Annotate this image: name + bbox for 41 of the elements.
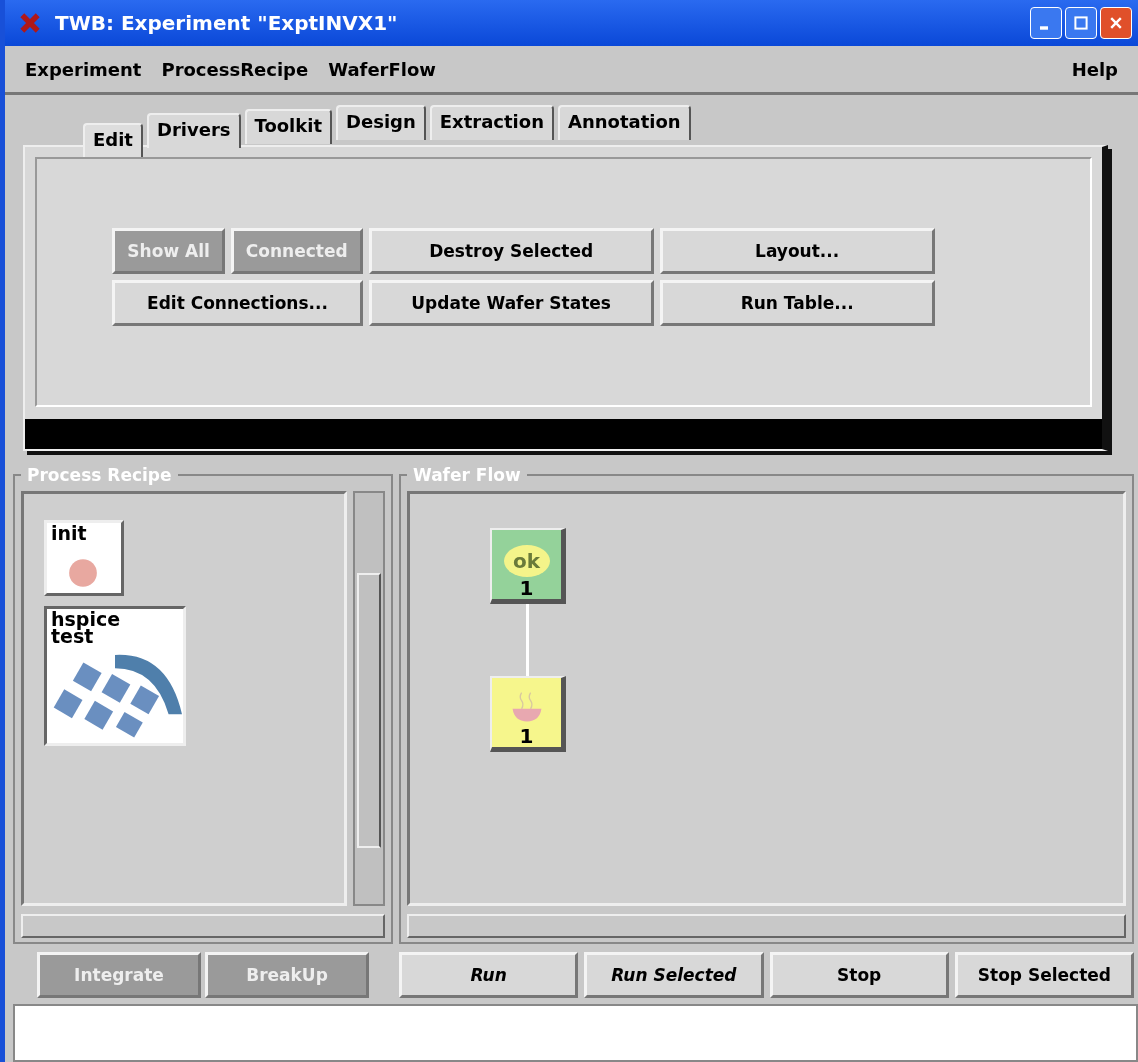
menu-item[interactable]: Experiment [25, 58, 142, 80]
vertical-scrollbar[interactable] [353, 491, 385, 906]
minimize-button[interactable] [1030, 7, 1062, 39]
x-logo-icon [19, 12, 41, 34]
recipe-node[interactable]: hspice test [44, 606, 186, 746]
flow-node[interactable]: ok 1 [490, 528, 566, 604]
dot-icon [67, 557, 99, 589]
tab[interactable]: Extraction [429, 105, 554, 140]
toolbar-button[interactable]: Destroy Selected [368, 228, 654, 274]
tab[interactable]: Design [336, 105, 426, 140]
menu-item[interactable]: Help [1071, 58, 1118, 80]
status-badge: ok [503, 545, 550, 577]
flow-node[interactable]: 1 [490, 676, 566, 752]
run-control-button[interactable]: Stop [769, 952, 949, 998]
maximize-button[interactable] [1065, 7, 1097, 39]
close-button[interactable] [1100, 7, 1132, 39]
connector-line [526, 604, 529, 676]
recipe-node[interactable]: init [44, 520, 124, 596]
minimize-icon [1040, 26, 1048, 30]
close-icon [1108, 15, 1124, 31]
run-control-button[interactable]: Run [399, 952, 579, 998]
toolbar-button[interactable]: Update Wafer States [368, 280, 654, 326]
menu-item[interactable]: WaferFlow [328, 58, 436, 80]
node-count: 1 [519, 577, 534, 599]
menu-item[interactable]: ProcessRecipe [161, 58, 309, 80]
run-control-button[interactable]: Stop Selected [954, 952, 1134, 998]
run-control-button[interactable]: Run Selected [584, 952, 764, 998]
toolbar-button[interactable]: Edit Connections... [112, 280, 363, 326]
horizontal-scrollbar[interactable] [21, 914, 385, 938]
tab[interactable]: Toolkit [244, 109, 333, 144]
tab[interactable]: Edit [83, 123, 143, 158]
maximize-icon [1073, 15, 1089, 31]
toolbar-button[interactable]: Run Table... [659, 280, 935, 326]
tab[interactable]: Drivers [146, 113, 241, 148]
horizontal-scrollbar[interactable] [407, 914, 1126, 938]
tab[interactable]: Annotation [557, 105, 691, 140]
node-label: hspice test [51, 611, 121, 645]
node-count: 1 [519, 725, 534, 747]
toolbar-button[interactable]: Layout... [659, 228, 935, 274]
window-title: TWB: Experiment "ExptINVX1" [55, 11, 399, 35]
node-label: init [51, 525, 88, 542]
